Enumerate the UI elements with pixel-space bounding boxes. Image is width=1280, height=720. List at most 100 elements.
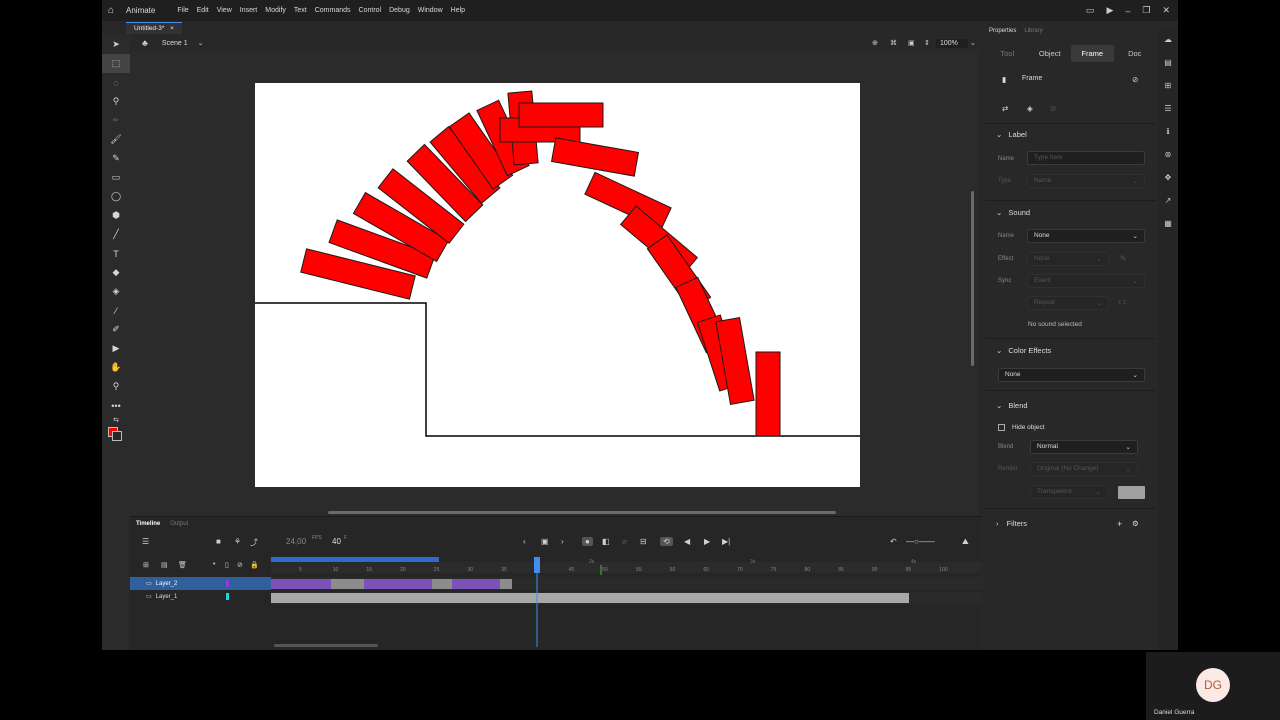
render-select[interactable]: Original (No Change) ⌄ bbox=[1030, 462, 1138, 476]
tab-doc[interactable]: Doc bbox=[1114, 49, 1157, 58]
loop-icon[interactable]: ⟲ bbox=[660, 537, 673, 546]
label-name-input[interactable]: Type here bbox=[1027, 151, 1145, 165]
close-icon[interactable]: ✕ bbox=[1162, 5, 1170, 16]
filter-settings-icon[interactable]: ⚙ bbox=[1132, 519, 1139, 528]
test-movie-icon[interactable]: ▶ bbox=[1106, 5, 1113, 16]
background-color-swatch[interactable] bbox=[1118, 486, 1145, 499]
menu-text[interactable]: Text bbox=[294, 7, 307, 14]
step-forward-icon[interactable]: ▶| bbox=[722, 537, 730, 546]
red-rect[interactable] bbox=[518, 102, 604, 128]
selection-tool-icon[interactable]: ➤ bbox=[102, 35, 130, 54]
sound-section-header[interactable]: ⌄ Sound bbox=[986, 208, 1156, 217]
layer-name[interactable]: Layer_1 bbox=[156, 594, 178, 600]
pencil-tool-icon[interactable]: ✎ bbox=[102, 149, 130, 168]
center-stage-icon[interactable]: ⊕ bbox=[872, 39, 878, 47]
sound-effect-select[interactable]: None ⌄ bbox=[1027, 252, 1109, 266]
oval-tool-icon[interactable]: ◯ bbox=[102, 187, 130, 206]
hide-all-icon[interactable]: ⊘ bbox=[237, 561, 243, 569]
minimize-icon[interactable]: – bbox=[1125, 6, 1130, 16]
static-span[interactable] bbox=[432, 579, 452, 589]
layer-row[interactable]: ▭ Layer_1 bbox=[130, 590, 271, 603]
tween-span[interactable] bbox=[364, 579, 432, 589]
next-keyframe-icon[interactable]: › bbox=[561, 537, 564, 546]
camera-icon[interactable]: ■ bbox=[216, 537, 221, 546]
document-tab[interactable]: Untitled-3* × bbox=[126, 22, 182, 34]
menu-debug[interactable]: Debug bbox=[389, 7, 410, 14]
red-rect[interactable] bbox=[550, 137, 640, 177]
add-layer-icon[interactable]: ⊞ bbox=[143, 561, 149, 569]
zoom-dropdown-icon[interactable]: ⌄ bbox=[970, 39, 976, 47]
text-tool-icon[interactable]: T bbox=[102, 244, 130, 263]
static-span[interactable] bbox=[500, 579, 512, 589]
home-icon[interactable]: ⌂ bbox=[102, 5, 120, 16]
free-transform-tool-icon[interactable]: ⬚ bbox=[102, 54, 130, 73]
close-tab-icon[interactable]: × bbox=[170, 25, 174, 32]
layer-color-swatch[interactable] bbox=[226, 593, 229, 600]
hide-object-checkbox[interactable] bbox=[998, 424, 1005, 431]
menu-file[interactable]: File bbox=[177, 7, 188, 14]
paint-brush-tool-icon[interactable]: 🖌 bbox=[102, 130, 130, 149]
assets-icon[interactable]: ☁ bbox=[1158, 28, 1178, 51]
menu-commands[interactable]: Commands bbox=[315, 7, 351, 14]
align-icon[interactable]: ⊞ bbox=[1158, 74, 1178, 97]
timeline-hscroll[interactable] bbox=[274, 644, 378, 647]
tab-tool[interactable]: Tool bbox=[986, 49, 1029, 58]
edit-envelope-icon[interactable]: ✎ bbox=[1120, 254, 1127, 263]
eraser-tool-icon[interactable]: ◆ bbox=[102, 263, 130, 282]
fill-stroke-swatch[interactable] bbox=[102, 425, 130, 445]
layer-color-swatch[interactable] bbox=[226, 580, 229, 587]
prev-keyframe-icon[interactable]: ‹ bbox=[523, 537, 526, 546]
add-folder-icon[interactable]: ▤ bbox=[161, 561, 168, 569]
onion-skin-icon[interactable]: ● bbox=[582, 537, 593, 546]
layer1-span[interactable] bbox=[271, 593, 909, 603]
work-area-bar[interactable] bbox=[271, 557, 439, 562]
frame-grid[interactable]: 5 10 15 20 25 30 35 45 50 55 60 65 70 75 80 85 90 95 100 2… bbox=[271, 557, 982, 647]
more-tools-icon[interactable]: ••• bbox=[102, 396, 130, 415]
fit-icon[interactable]: ▣ bbox=[908, 39, 915, 47]
pen-tool-icon[interactable]: ✒ bbox=[102, 111, 130, 130]
tab-library[interactable]: Library bbox=[1024, 28, 1042, 39]
scene-dropdown-icon[interactable]: ⌄ bbox=[198, 39, 204, 47]
tween-icon[interactable]: ⊘ bbox=[1050, 104, 1056, 113]
play-icon[interactable]: ▶ bbox=[704, 537, 710, 546]
graph-icon[interactable]: ⤴ bbox=[250, 537, 258, 548]
lock-all-icon[interactable]: 🔒 bbox=[250, 561, 259, 569]
tab-timeline[interactable]: Timeline bbox=[136, 521, 160, 527]
rectangle-tool-icon[interactable]: ▭ bbox=[102, 168, 130, 187]
clip-icon[interactable]: ⌘ bbox=[890, 39, 897, 47]
menu-help[interactable]: Help bbox=[451, 7, 465, 14]
scene-icon[interactable]: ♣ bbox=[142, 38, 148, 48]
tab-output[interactable]: Output bbox=[170, 521, 188, 527]
tab-properties[interactable]: Properties bbox=[989, 28, 1016, 39]
layers-panel-icon[interactable]: ☰ bbox=[1158, 97, 1178, 120]
menu-insert[interactable]: Insert bbox=[240, 7, 258, 14]
components-icon[interactable]: ⊛ bbox=[1158, 143, 1178, 166]
menu-view[interactable]: View bbox=[217, 7, 232, 14]
restore-icon[interactable]: ❐ bbox=[1142, 5, 1150, 16]
info-icon[interactable]: ℹ bbox=[1158, 120, 1178, 143]
ink-tool-icon[interactable]: ✐ bbox=[102, 320, 130, 339]
pin-tool-icon[interactable]: ⚲ bbox=[102, 92, 130, 111]
layer-name[interactable]: Layer_2 bbox=[156, 581, 178, 587]
edit-multiple-icon[interactable]: ⌀ bbox=[622, 537, 627, 546]
static-span[interactable] bbox=[331, 579, 364, 589]
color-effect-select[interactable]: None ⌄ bbox=[998, 368, 1145, 382]
layer-row[interactable]: ▭ Layer_2 bbox=[130, 577, 271, 590]
vertical-scrollbar[interactable] bbox=[971, 191, 974, 366]
color-effects-header[interactable]: ⌄ Color Effects bbox=[986, 346, 1156, 355]
red-rect[interactable] bbox=[755, 351, 781, 437]
help-icon[interactable]: ⊘ bbox=[1132, 75, 1138, 84]
layer-parenting-icon[interactable]: ⚘ bbox=[234, 537, 241, 546]
horizontal-scrollbar[interactable] bbox=[328, 511, 836, 514]
delete-layer-icon[interactable]: 🗑 bbox=[178, 561, 187, 569]
menu-modify[interactable]: Modify bbox=[265, 7, 286, 14]
brush-icon[interactable]: ⊟ bbox=[640, 537, 647, 546]
scene-label[interactable]: Scene 1 bbox=[162, 40, 188, 47]
menu-control[interactable]: Control bbox=[359, 7, 382, 14]
camera-tool-icon[interactable]: ▶ bbox=[102, 339, 130, 358]
onion-outline-icon[interactable]: ◧ bbox=[602, 537, 610, 546]
outline-icon[interactable]: ▯ bbox=[225, 561, 229, 569]
tween-span[interactable] bbox=[271, 579, 331, 589]
motion-editor-icon[interactable]: ◈ bbox=[1027, 104, 1033, 113]
layers-icon[interactable]: ☰ bbox=[142, 537, 149, 546]
